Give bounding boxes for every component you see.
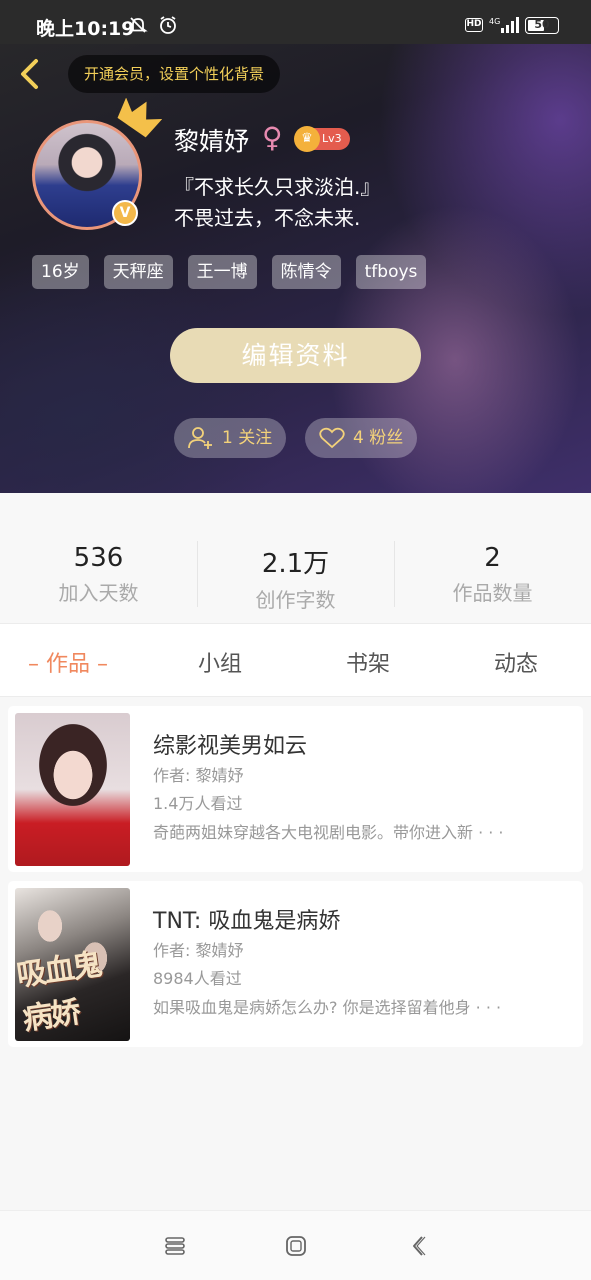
following-count: 1 关注: [222, 428, 273, 448]
crown-icon: [117, 98, 162, 138]
stat-label: 加入天数: [58, 581, 139, 605]
verified-badge: V: [112, 200, 138, 226]
book-cover[interactable]: [15, 713, 130, 866]
stat-label: 创作字数: [255, 588, 336, 612]
book-title[interactable]: 综影视美男如云: [153, 728, 307, 760]
book-title[interactable]: TNT: 吸血鬼是病娇: [153, 903, 340, 935]
tab-bookshelf[interactable]: 书架: [346, 646, 390, 678]
edit-profile-button[interactable]: 编辑资料: [170, 328, 421, 383]
battery-icon: 50: [525, 16, 559, 34]
battery-level: 50: [534, 17, 550, 31]
stats-row: 536 加入天数 2.1万 创作字数 2 作品数量: [0, 493, 591, 623]
system-nav-bar: [0, 1210, 591, 1280]
tag-zodiac[interactable]: 天秤座: [103, 255, 173, 289]
works-list: 综影视美男如云 作者: 黎婧妤 1.4万人看过 奇葩两姐妹穿越各大电视剧电影。带…: [8, 706, 583, 1056]
svg-text:4G: 4G: [489, 17, 500, 26]
book-description: 如果吸血鬼是病娇怎么办? 你是选择留着他身 · · ·: [153, 998, 502, 1017]
bio-line-2: 不畏过去，不念未来.: [174, 206, 361, 230]
following-button[interactable]: 1 关注: [174, 418, 287, 458]
tag-interest[interactable]: tfboys: [355, 255, 427, 289]
female-icon: ♀: [262, 121, 283, 154]
level-text: Lv3: [322, 132, 342, 145]
work-card[interactable]: 综影视美男如云 作者: 黎婧妤 1.4万人看过 奇葩两姐妹穿越各大电视剧电影。带…: [8, 706, 583, 872]
stat-value: 536: [73, 543, 124, 573]
profile-header: 晚上10:19 HD 4G 50 开通会员，设置个性化背景 V 黎婧妤 ♀ ♛ …: [0, 0, 591, 493]
heart-icon: [319, 427, 345, 449]
level-badge[interactable]: ♛ Lv3: [294, 126, 350, 152]
user-bio: 『不求长久只求淡泊.』 不畏过去，不念未来.: [174, 172, 380, 234]
back-arrow-icon[interactable]: [14, 57, 44, 91]
book-author: 作者: 黎婧妤: [153, 941, 244, 960]
stat-word-count: 2.1万 创作字数: [197, 493, 394, 623]
stat-value: 2.1万: [261, 549, 330, 579]
tag-age[interactable]: 16岁: [32, 255, 89, 289]
tag-interest[interactable]: 王一博: [187, 255, 257, 289]
followers-button[interactable]: 4 粉丝: [305, 418, 418, 458]
status-time: 晚上10:19: [36, 18, 135, 40]
stat-value: 2: [484, 543, 501, 573]
level-crown-icon: ♛: [294, 126, 320, 152]
tab-works[interactable]: – 作品 –: [28, 646, 108, 678]
back-icon[interactable]: [406, 1233, 432, 1259]
signal-icon: 4G: [489, 17, 519, 33]
book-cover[interactable]: 吸血鬼病娇: [15, 888, 130, 1041]
home-icon[interactable]: [283, 1233, 309, 1259]
tag-interest[interactable]: 陈情令: [271, 255, 341, 289]
cover-title-art: 吸血鬼病娇: [15, 947, 103, 1038]
tab-group[interactable]: 小组: [198, 646, 242, 678]
followers-count: 4 粉丝: [353, 428, 404, 448]
vip-background-banner[interactable]: 开通会员，设置个性化背景: [68, 55, 281, 93]
stat-label: 作品数量: [452, 581, 533, 605]
book-description: 奇葩两姐妹穿越各大电视剧电影。带你进入新 · · ·: [153, 823, 504, 842]
menu-icon[interactable]: [162, 1233, 188, 1259]
book-views: 8984人看过: [153, 969, 242, 988]
user-name: 黎婧妤: [174, 127, 250, 156]
tab-feed[interactable]: 动态: [494, 646, 538, 678]
work-card[interactable]: 吸血鬼病娇 TNT: 吸血鬼是病娇 作者: 黎婧妤 8984人看过 如果吸血鬼是…: [8, 881, 583, 1047]
status-bar: 晚上10:19 HD 4G 50: [0, 0, 591, 44]
bio-line-1: 『不求长久只求淡泊.』: [174, 175, 381, 199]
profile-tabs: – 作品 – 小组 书架 动态: [0, 623, 591, 697]
tag-list: 16岁 天秤座 王一博 陈情令 tfboys: [32, 255, 427, 289]
stat-join-days: 536 加入天数: [0, 493, 197, 623]
avatar-container[interactable]: V: [32, 98, 162, 230]
book-author: 作者: 黎婧妤: [153, 766, 244, 785]
book-views: 1.4万人看过: [153, 794, 243, 813]
hd-badge: HD: [465, 18, 483, 32]
mute-bell-icon: [128, 17, 148, 33]
add-user-icon: [188, 427, 212, 449]
stat-works-count: 2 作品数量: [394, 493, 591, 623]
alarm-clock-icon: [160, 16, 176, 34]
